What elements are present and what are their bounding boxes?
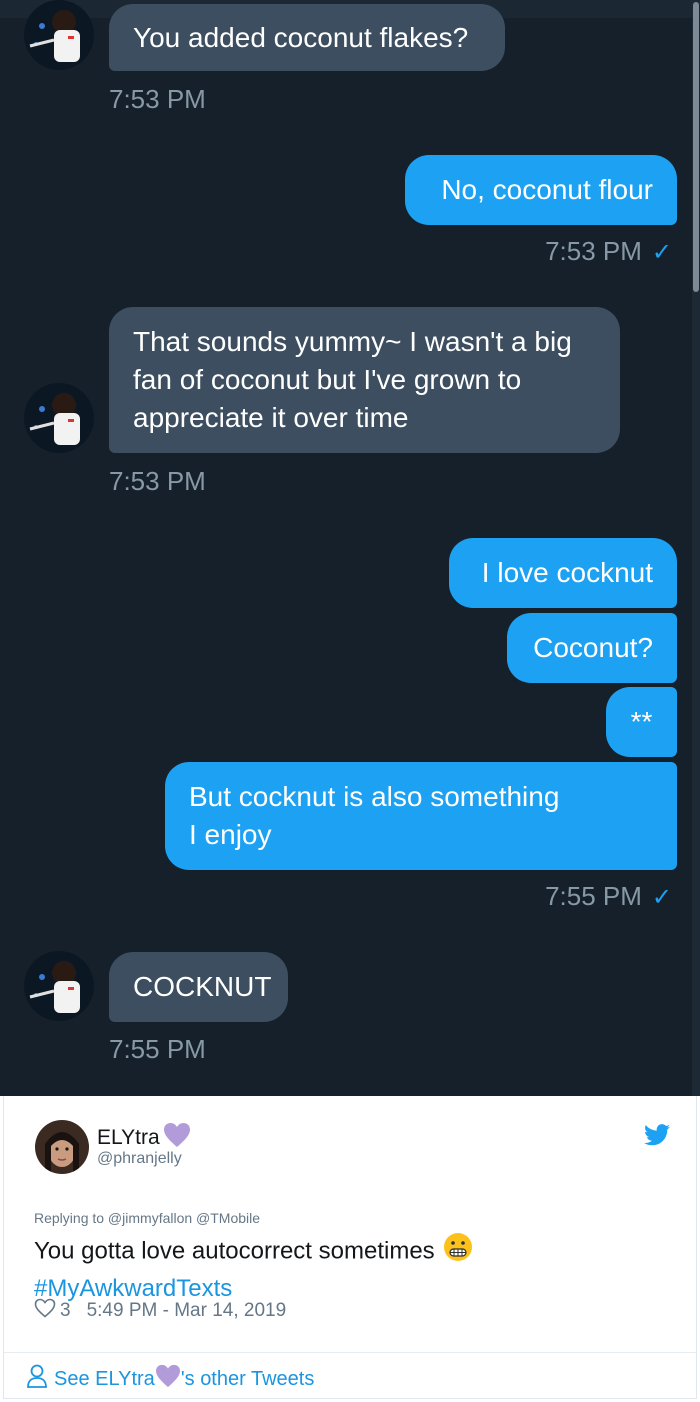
twitter-bird-icon[interactable] bbox=[644, 1124, 670, 1151]
message-bubble-outgoing[interactable]: I love cocknut bbox=[449, 538, 677, 608]
message-bubble-outgoing[interactable]: No, coconut flour bbox=[405, 155, 677, 225]
divider bbox=[4, 1352, 696, 1353]
message-bubble-outgoing[interactable]: But cocknut is also something I enjoy bbox=[165, 762, 677, 870]
see-other-tweets-link[interactable]: See ELYtra 's other Tweets bbox=[26, 1364, 314, 1394]
message-text: You added coconut flakes? bbox=[133, 21, 469, 53]
message-bubble-incoming[interactable]: That sounds yummy~ I wasn't a big fan of… bbox=[109, 307, 620, 453]
message-timestamp: 7:53 PM bbox=[545, 236, 642, 266]
dm-conversation: You added coconut flakes? 7:53 PM No, co… bbox=[0, 0, 700, 1096]
message-text-line: I enjoy bbox=[189, 819, 272, 850]
message-text-line: That sounds yummy~ I wasn't a big bbox=[133, 326, 572, 357]
message-bubble-outgoing[interactable]: Coconut? bbox=[507, 613, 677, 683]
message-text: No, coconut flour bbox=[441, 174, 653, 205]
message-text-line: appreciate it over time bbox=[133, 402, 409, 433]
see-more-suffix: 's other Tweets bbox=[180, 1367, 315, 1390]
contact-avatar[interactable] bbox=[24, 0, 94, 70]
purple-heart-icon bbox=[155, 1364, 181, 1394]
scrollbar[interactable] bbox=[692, 0, 700, 1096]
contact-avatar[interactable] bbox=[24, 383, 94, 453]
author-name-text: ELYtra bbox=[97, 1126, 160, 1149]
tweet-text: You gotta love autocorrect sometimes bbox=[34, 1237, 435, 1265]
check-icon: ✓ bbox=[651, 239, 672, 266]
check-icon: ✓ bbox=[651, 884, 672, 911]
tweet-timestamp[interactable]: 5:49 PM - Mar 14, 2019 bbox=[87, 1300, 287, 1322]
message-text: I love cocknut bbox=[481, 557, 653, 588]
message-text-line: fan of coconut but I've grown to bbox=[133, 364, 522, 395]
message-bubble-incoming[interactable]: COCKNUT bbox=[109, 952, 288, 1022]
tweet-card: ELYtra @phranjelly Replying to @jimmyfal… bbox=[3, 1096, 697, 1399]
message-text: Coconut? bbox=[533, 632, 653, 663]
message-text: ** bbox=[630, 706, 653, 737]
message-timestamp: 7:53 PM bbox=[109, 84, 206, 114]
heart-outline-icon[interactable] bbox=[34, 1298, 56, 1324]
author-avatar[interactable] bbox=[35, 1120, 89, 1174]
person-icon bbox=[26, 1364, 48, 1394]
message-text: COCKNUT bbox=[133, 971, 272, 1002]
like-count: 3 bbox=[60, 1300, 71, 1321]
message-bubble-incoming[interactable]: You added coconut flakes? bbox=[109, 4, 505, 71]
scrollbar-thumb[interactable] bbox=[693, 2, 699, 292]
tweet-meta: 3 5:49 PM - Mar 14, 2019 bbox=[34, 1298, 286, 1324]
message-timestamp-row: 7:55 PM ✓ bbox=[545, 881, 672, 912]
tweet-body: You gotta love autocorrect sometimes #My… bbox=[34, 1232, 473, 1306]
message-timestamp: 7:55 PM bbox=[545, 881, 642, 911]
author-handle[interactable]: @phranjelly bbox=[97, 1150, 182, 1168]
message-timestamp: 7:53 PM bbox=[109, 466, 206, 496]
contact-avatar[interactable] bbox=[24, 951, 94, 1021]
replying-to[interactable]: Replying to @jimmyfallon @TMobile bbox=[34, 1210, 260, 1226]
message-timestamp: 7:55 PM bbox=[109, 1034, 206, 1064]
see-more-prefix: See ELYtra bbox=[54, 1367, 155, 1390]
grimacing-face-icon bbox=[443, 1232, 473, 1272]
message-bubble-outgoing[interactable]: ** bbox=[606, 687, 677, 757]
message-timestamp-row: 7:53 PM ✓ bbox=[545, 236, 672, 267]
message-text-line: But cocknut is also something bbox=[189, 781, 560, 812]
